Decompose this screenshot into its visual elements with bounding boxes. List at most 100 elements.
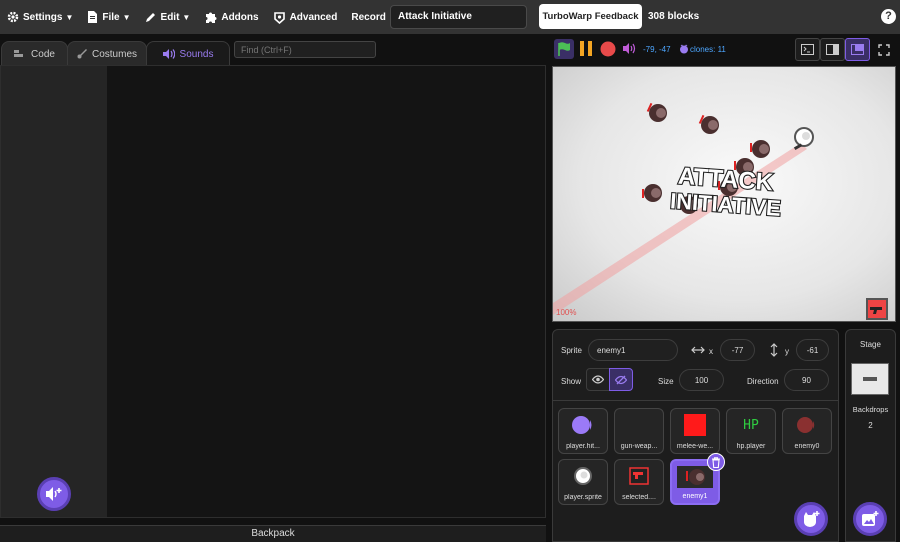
sprite-thumbnail: HP <box>727 413 775 437</box>
show-sprite-button[interactable] <box>586 368 610 391</box>
advanced-label: Advanced <box>289 11 338 23</box>
sprite-tile-name: selected.... <box>622 494 656 501</box>
green-flag-button[interactable] <box>554 39 574 59</box>
sprite-label: Sprite <box>561 346 582 355</box>
chevron-down-icon: ▼ <box>65 12 74 22</box>
tab-sounds[interactable]: Sounds <box>146 41 230 66</box>
block-count: 308 blocks <box>648 11 700 22</box>
sprite-tile[interactable]: player.hit... <box>558 408 608 454</box>
add-sound-icon <box>46 487 62 501</box>
mouse-coords: -79, -47 <box>643 45 671 54</box>
sprite-name-input[interactable]: enemy1 <box>588 339 678 361</box>
tab-costumes[interactable]: Costumes <box>67 41 147 66</box>
file-menu[interactable]: File ▼ <box>80 0 137 34</box>
divider <box>553 400 838 401</box>
add-sprite-icon <box>804 511 820 527</box>
settings-menu[interactable]: Settings ▼ <box>0 0 80 34</box>
fullscreen-button[interactable] <box>871 38 896 61</box>
sprite-thumbnail <box>671 413 719 437</box>
trash-icon <box>712 456 720 468</box>
feedback-button[interactable]: TurboWarp Feedback <box>539 4 642 29</box>
addons-label: Addons <box>221 11 259 23</box>
normal-stage-button[interactable] <box>845 38 870 61</box>
tab-code-label: Code <box>31 48 55 60</box>
eye-slash-icon <box>615 375 627 384</box>
advanced-button[interactable]: Advanced <box>266 0 345 34</box>
hide-sprite-button[interactable] <box>609 368 633 391</box>
terminal-icon <box>801 44 814 55</box>
speaker-icon <box>623 43 636 54</box>
sprite-tile[interactable]: enemy0 <box>782 408 832 454</box>
sprite-thumbnail <box>559 413 607 437</box>
vertical-arrows-icon <box>770 343 778 360</box>
x-label: x <box>709 347 713 356</box>
size-label: Size <box>658 377 674 386</box>
stop-icon <box>600 41 616 57</box>
stage-title: Stage <box>860 340 881 349</box>
size-input[interactable]: 100 <box>679 369 724 391</box>
enemy-sprite <box>750 140 770 158</box>
normal-stage-icon <box>851 44 864 55</box>
mute-button[interactable] <box>623 43 636 57</box>
add-backdrop-button[interactable] <box>853 502 887 536</box>
tab-costumes-label: Costumes <box>91 48 137 60</box>
record-label: Record <box>351 11 386 23</box>
speaker-icon <box>162 49 175 59</box>
small-stage-button[interactable] <box>820 38 845 61</box>
sprite-tile-name: enemy0 <box>794 443 820 450</box>
clone-icon <box>679 44 689 57</box>
sprite-tile-name: melee-we... <box>676 443 714 450</box>
x-input[interactable]: -77 <box>720 339 755 361</box>
zoom-level: 100% <box>556 308 577 317</box>
stop-button[interactable] <box>600 41 616 60</box>
small-stage-icon <box>826 44 839 55</box>
sprite-tile[interactable]: HP hp.player <box>726 408 776 454</box>
eye-icon <box>592 375 604 384</box>
sprite-tile[interactable]: melee-we... <box>670 408 720 454</box>
stage-canvas[interactable]: ATTACK INITIATIVE <box>552 66 896 322</box>
code-icon <box>14 50 24 57</box>
delete-sprite-button[interactable] <box>707 453 725 471</box>
direction-label: Direction <box>747 377 779 386</box>
backdrop-thumbnail <box>851 363 889 395</box>
add-sprite-button[interactable] <box>794 502 828 536</box>
sprite-thumbnail <box>615 413 663 437</box>
flag-icon <box>558 42 570 56</box>
stage-scene: ATTACK INITIATIVE <box>553 102 888 320</box>
addons-button[interactable]: Addons <box>197 0 265 34</box>
direction-input[interactable]: 90 <box>784 369 829 391</box>
y-label: y <box>785 347 789 356</box>
edit-label: Edit <box>160 11 180 23</box>
project-title-input[interactable]: Attack Initiative <box>390 5 527 29</box>
backpack-bar[interactable]: Backpack <box>0 525 546 542</box>
tab-sounds-label: Sounds <box>179 48 214 60</box>
find-input[interactable] <box>234 41 376 58</box>
backdrops-label: Backdrops <box>852 405 889 414</box>
enemy-sprite <box>646 102 667 122</box>
terminal-button[interactable] <box>795 38 820 61</box>
sound-list <box>1 66 107 517</box>
edit-menu[interactable]: Edit ▼ <box>138 0 198 34</box>
gear-icon <box>7 11 19 23</box>
sprite-tile-name: enemy1 <box>682 493 708 500</box>
sprite-tile[interactable]: selected.... <box>614 459 664 505</box>
sprite-thumbnail <box>783 413 831 437</box>
brush-icon <box>77 49 87 59</box>
sprite-thumbnail <box>559 464 607 488</box>
show-label: Show <box>561 377 582 386</box>
sprite-tile[interactable]: gun-weap... <box>614 408 664 454</box>
sprite-tile[interactable]: player.sprite <box>558 459 608 505</box>
pause-button[interactable] <box>579 41 593 59</box>
record-button[interactable]: Record <box>344 0 392 34</box>
sprite-tile-name: gun-weap... <box>620 443 658 450</box>
add-sound-button[interactable] <box>37 477 71 511</box>
advanced-icon <box>273 11 285 24</box>
fullscreen-icon <box>877 43 890 56</box>
file-label: File <box>102 11 120 23</box>
tab-code[interactable]: Code <box>1 41 68 66</box>
sprite-thumbnail <box>615 464 663 488</box>
puzzle-icon <box>206 12 217 23</box>
y-input[interactable]: -61 <box>796 339 829 361</box>
help-icon[interactable]: ? <box>881 9 896 24</box>
pause-icon <box>580 41 592 56</box>
